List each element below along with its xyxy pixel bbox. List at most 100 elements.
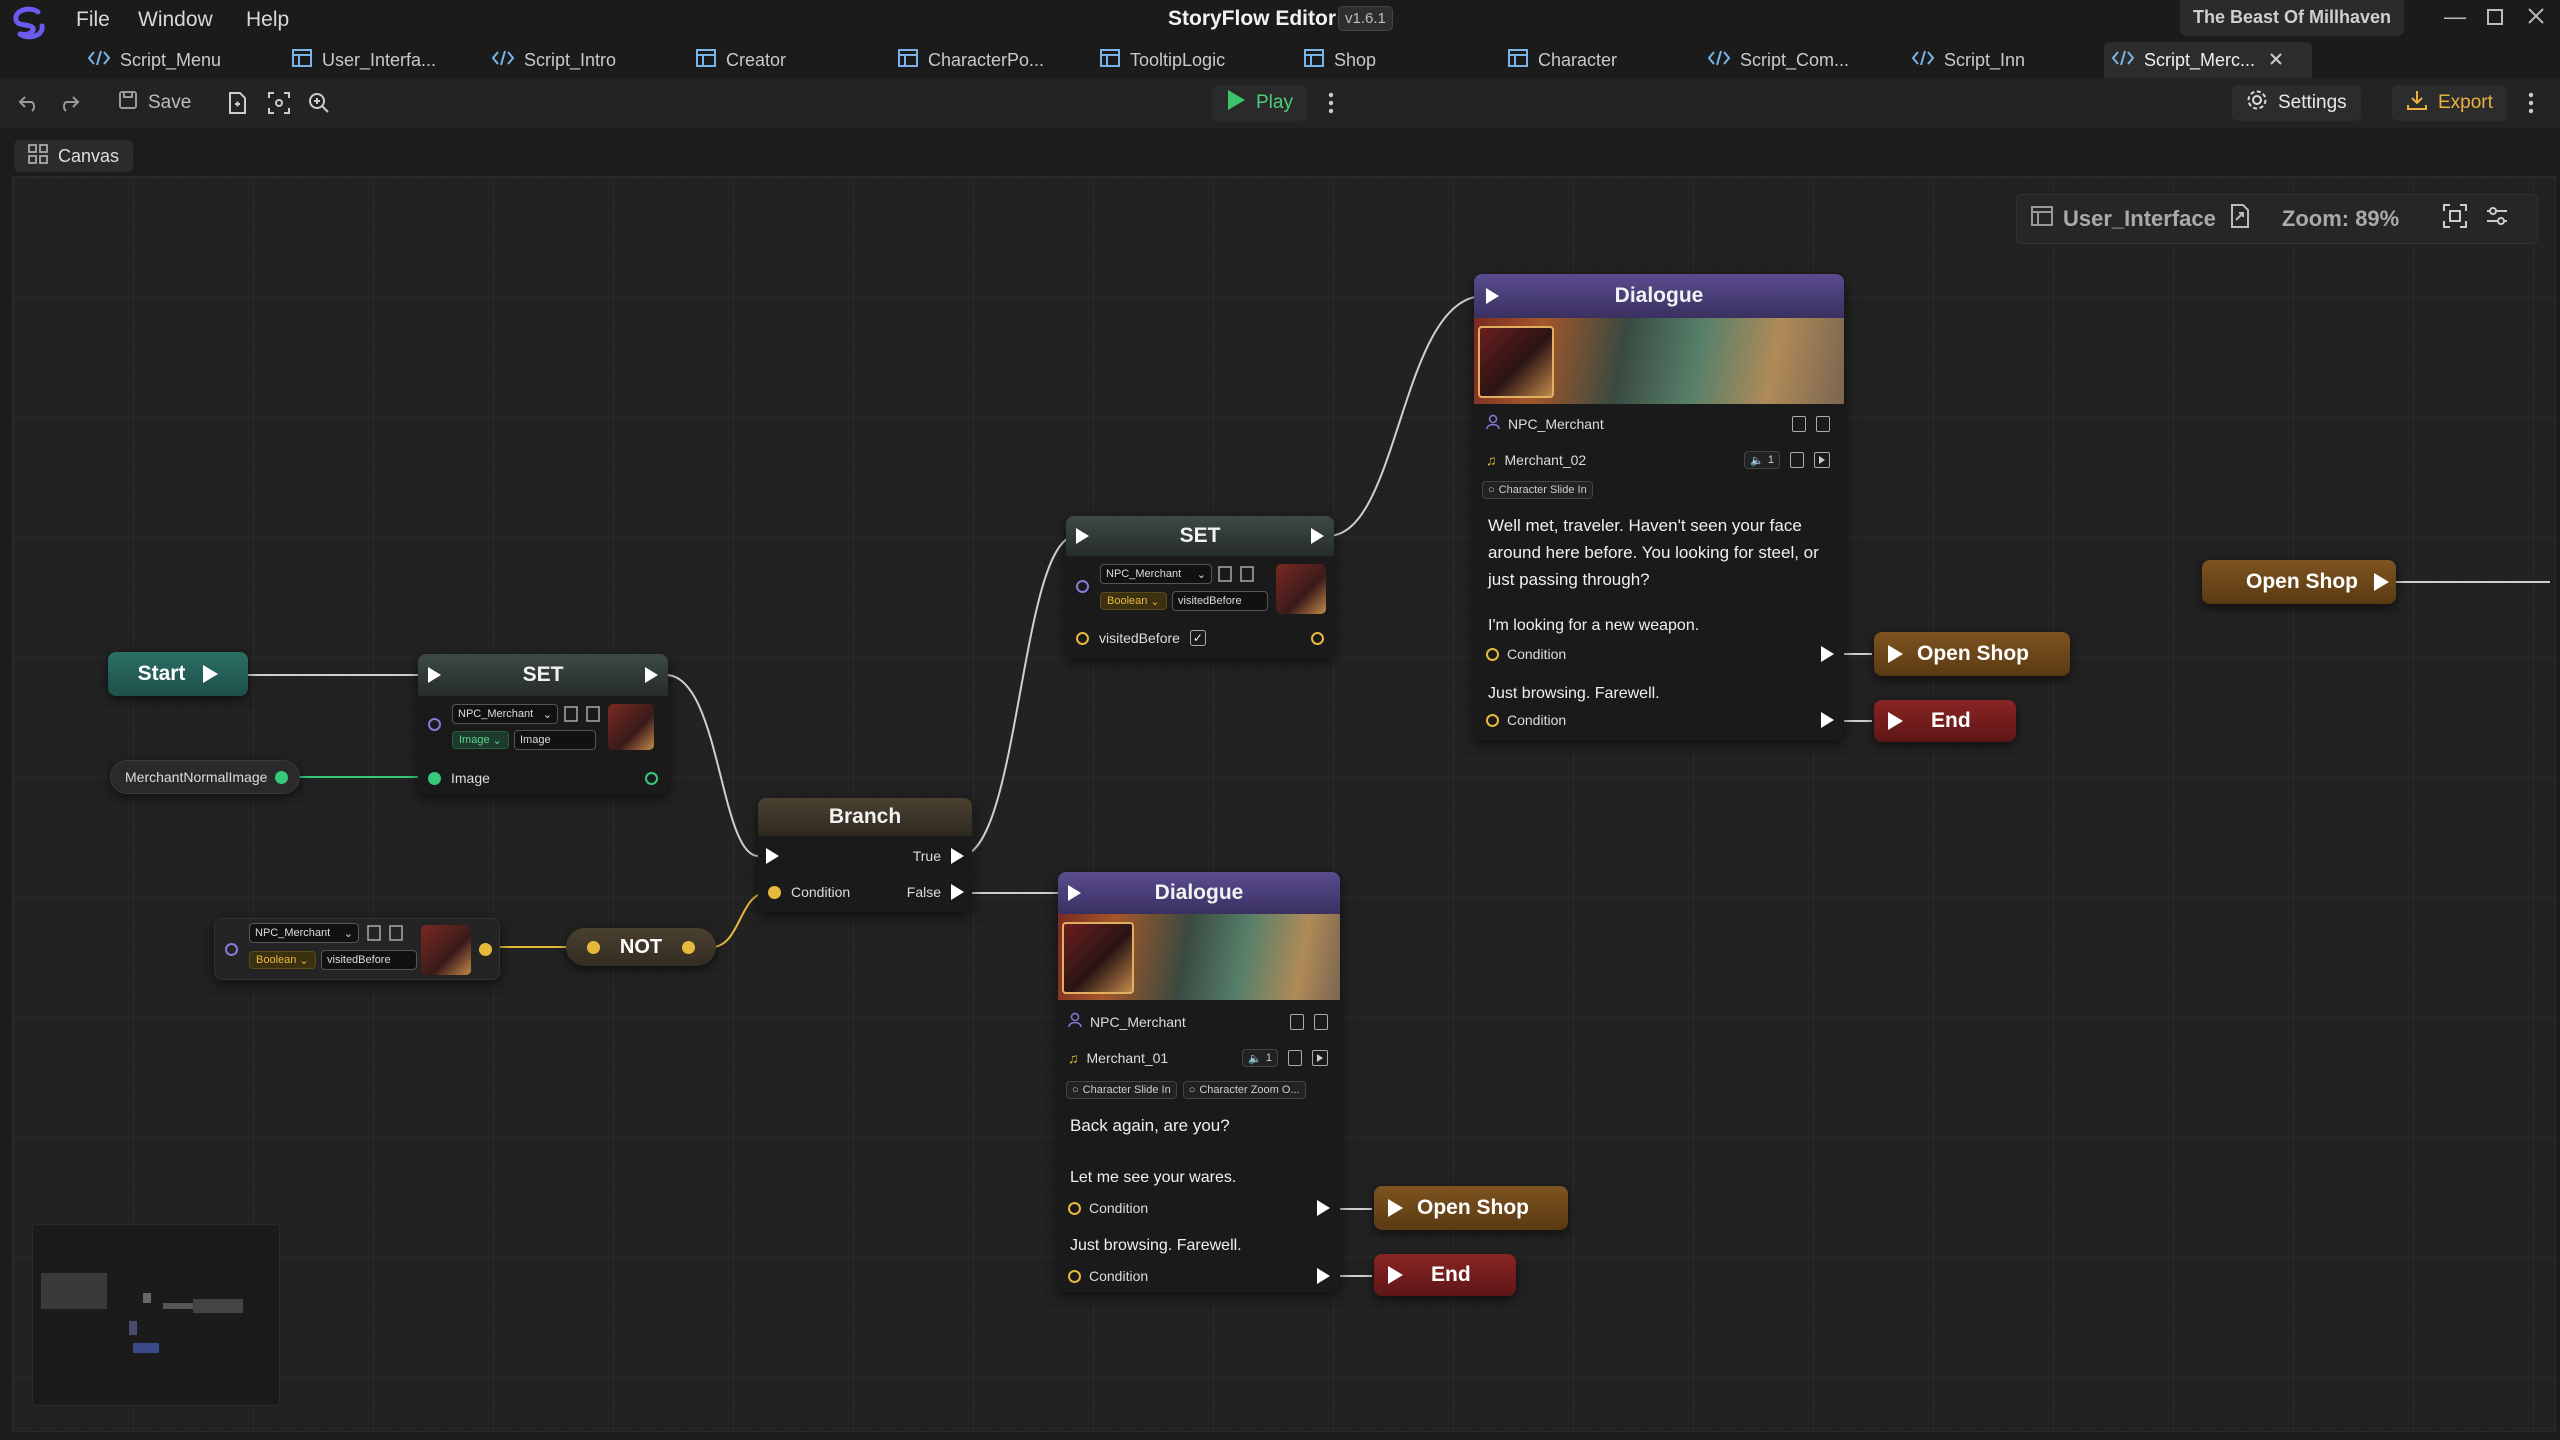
app-logo-icon[interactable] xyxy=(8,6,50,45)
exec-in-pin-icon[interactable] xyxy=(1486,288,1499,304)
export-button[interactable]: Export xyxy=(2392,85,2507,121)
dialogue-node-return-visit[interactable]: Dialogue NPC_Merchant ♫ Merchant_01 🔈 1 … xyxy=(1058,872,1340,1292)
set-visited-node[interactable]: SET NPC_Merchant ⌄ Boolean ⌄ visitedBefor… xyxy=(1066,516,1334,658)
bool-in-pin-icon[interactable] xyxy=(1068,1269,1081,1283)
image-out-pin-icon[interactable] xyxy=(645,771,658,785)
field-select[interactable]: Image xyxy=(514,730,596,750)
exec-out-pin-icon[interactable] xyxy=(2374,573,2389,591)
bool-out-pin-icon[interactable] xyxy=(1311,631,1324,645)
minimap-viewport[interactable] xyxy=(41,1273,107,1309)
bool-in-pin-icon[interactable] xyxy=(1068,1201,1081,1215)
file-icon[interactable] xyxy=(1218,566,1232,587)
option-text[interactable]: Let me see your wares. xyxy=(1070,1164,1236,1191)
exec-in-pin-icon[interactable] xyxy=(1888,712,1903,730)
branch-node[interactable]: Branch True Condition False xyxy=(758,798,972,912)
get-visited-node[interactable]: NPC_Merchant ⌄ Boolean ⌄ visitedBefore xyxy=(214,918,500,980)
bool-in-pin-icon[interactable] xyxy=(1486,713,1499,727)
exec-out-pin-icon[interactable] xyxy=(1317,1268,1330,1284)
canvas-tab[interactable]: Canvas xyxy=(14,140,134,172)
tab-script-merchant[interactable]: Script_Merc... xyxy=(2104,42,2312,78)
save-button[interactable]: Save xyxy=(104,85,205,121)
end-node[interactable]: End xyxy=(1374,1254,1516,1296)
file-icon[interactable] xyxy=(367,925,381,946)
file-icon[interactable] xyxy=(1240,566,1254,587)
end-node[interactable]: End xyxy=(1874,700,2016,742)
exec-out-pin-icon[interactable] xyxy=(1317,1200,1330,1216)
menu-help[interactable]: Help xyxy=(246,8,289,32)
file-link-icon[interactable] xyxy=(2230,204,2250,234)
checkbox[interactable]: ✓ xyxy=(1189,630,1206,646)
tab-script-intro[interactable]: Script_Intro xyxy=(484,42,616,78)
file-icon[interactable] xyxy=(1792,416,1806,432)
exec-in-pin-icon[interactable] xyxy=(1388,1266,1403,1284)
file-icon[interactable] xyxy=(564,706,578,727)
open-shop-node[interactable]: Open Shop xyxy=(1874,632,2070,676)
tab-shop[interactable]: Shop xyxy=(1296,42,1376,78)
tag-chip[interactable]: ○ Character Slide In xyxy=(1066,1081,1177,1099)
exec-out-pin-icon[interactable] xyxy=(203,665,219,683)
option-text[interactable]: Just browsing. Farewell. xyxy=(1070,1232,1242,1259)
play-audio-icon[interactable] xyxy=(1814,452,1830,468)
exec-in-pin-icon[interactable] xyxy=(1388,1199,1403,1217)
settings-button[interactable]: Settings xyxy=(2232,85,2361,121)
field-select[interactable]: visitedBefore xyxy=(1172,591,1268,611)
exec-out-pin-icon[interactable] xyxy=(1821,646,1834,662)
new-file-icon[interactable] xyxy=(224,90,250,116)
tag-chip[interactable]: ○ Character Zoom O... xyxy=(1182,1081,1306,1099)
close-tab-icon[interactable] xyxy=(2269,50,2283,71)
exec-in-pin-icon[interactable] xyxy=(1076,528,1089,544)
file-icon[interactable] xyxy=(1314,1014,1328,1030)
menu-file[interactable]: File xyxy=(76,8,110,32)
zoom-icon[interactable] xyxy=(306,90,332,116)
file-icon[interactable] xyxy=(1290,1014,1304,1030)
character-select[interactable]: NPC_Merchant ⌄ xyxy=(1100,564,1212,584)
image-out-pin-icon[interactable] xyxy=(275,770,289,784)
filter-icon[interactable] xyxy=(2485,204,2509,234)
redo-icon[interactable] xyxy=(56,90,82,116)
option-text[interactable]: I'm looking for a new weapon. xyxy=(1488,612,1699,639)
character-pin-icon[interactable] xyxy=(225,943,238,956)
exec-out-pin-icon[interactable] xyxy=(1821,712,1834,728)
exec-out-pin-icon[interactable] xyxy=(1311,528,1324,544)
set-image-node[interactable]: SET NPC_Merchant ⌄ Image ⌄ Image Image xyxy=(418,654,668,794)
tab-script-inn[interactable]: Script_Inn xyxy=(1904,42,2025,78)
more-vertical-icon[interactable] xyxy=(1318,90,1344,116)
exec-out-pin-icon[interactable] xyxy=(951,848,964,864)
type-badge[interactable]: Image ⌄ xyxy=(452,731,509,749)
field-select[interactable]: visitedBefore xyxy=(321,950,417,970)
bool-in-pin-icon[interactable] xyxy=(1076,631,1089,645)
type-badge[interactable]: Boolean ⌄ xyxy=(1100,592,1167,610)
bool-in-pin-icon[interactable] xyxy=(1486,647,1499,661)
character-select[interactable]: NPC_Merchant ⌄ xyxy=(452,704,558,724)
open-shop-node[interactable]: Open Shop xyxy=(2202,560,2396,604)
exec-in-pin-icon[interactable] xyxy=(1068,885,1081,901)
play-audio-icon[interactable] xyxy=(1312,1050,1328,1066)
fit-view-icon[interactable] xyxy=(2443,204,2468,234)
file-icon[interactable] xyxy=(586,706,600,727)
project-name[interactable]: The Beast Of Millhaven xyxy=(2180,0,2404,36)
undo-icon[interactable] xyxy=(16,90,42,116)
option-text[interactable]: Just browsing. Farewell. xyxy=(1488,680,1660,707)
more-vertical-icon[interactable] xyxy=(2518,90,2544,116)
bool-in-pin-icon[interactable] xyxy=(586,940,600,954)
character-pin-icon[interactable] xyxy=(1076,580,1089,593)
dialogue-text[interactable]: Well met, traveler. Haven't seen your fa… xyxy=(1488,512,1838,593)
maximize-icon[interactable] xyxy=(2486,6,2504,32)
not-node[interactable]: NOT xyxy=(566,928,716,966)
type-badge[interactable]: Boolean ⌄ xyxy=(249,951,316,969)
file-icon[interactable] xyxy=(1816,416,1830,432)
exec-in-pin-icon[interactable] xyxy=(766,848,779,864)
tab-tooltip-logic[interactable]: TooltipLogic xyxy=(1092,42,1225,78)
tab-creator[interactable]: Creator xyxy=(688,42,786,78)
open-shop-node[interactable]: Open Shop xyxy=(1374,1186,1568,1230)
menu-window[interactable]: Window xyxy=(138,8,213,32)
bool-out-pin-icon[interactable] xyxy=(682,940,696,954)
minimap[interactable] xyxy=(32,1224,280,1406)
file-icon[interactable] xyxy=(1790,452,1804,468)
tab-character[interactable]: Character xyxy=(1500,42,1617,78)
exec-in-pin-icon[interactable] xyxy=(1888,645,1903,663)
volume-badge[interactable]: 🔈 1 xyxy=(1744,451,1780,469)
dialogue-node-first-visit[interactable]: Dialogue NPC_Merchant ♫ Merchant_02 🔈 1 … xyxy=(1474,274,1844,740)
exec-out-pin-icon[interactable] xyxy=(645,667,658,683)
character-pin-icon[interactable] xyxy=(428,718,441,731)
